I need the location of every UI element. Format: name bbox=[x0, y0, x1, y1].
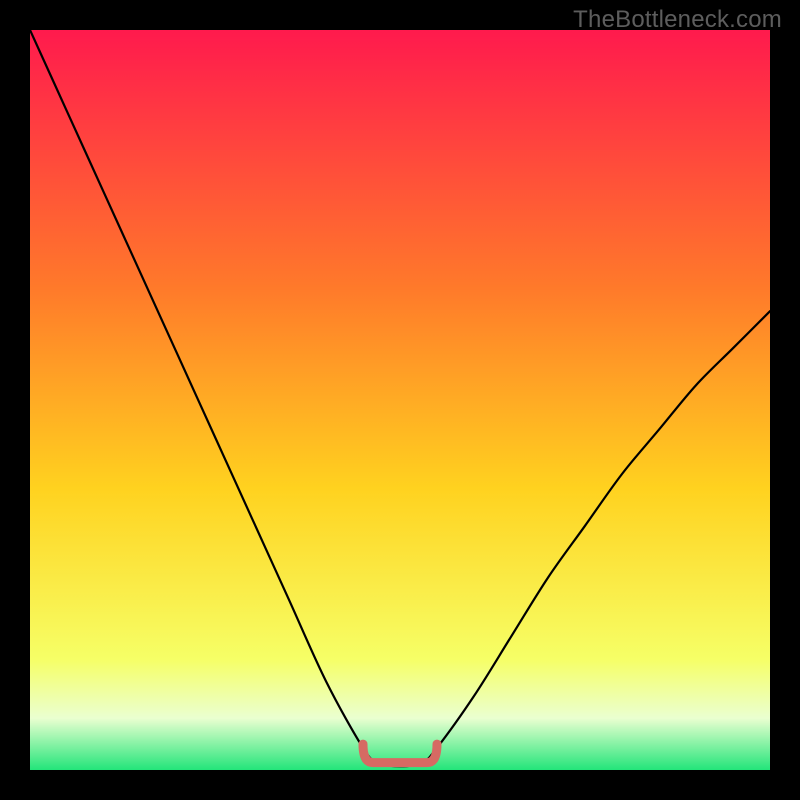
bottleneck-chart bbox=[30, 30, 770, 770]
chart-frame: TheBottleneck.com bbox=[0, 0, 800, 800]
plot-area bbox=[30, 30, 770, 770]
gradient-background bbox=[30, 30, 770, 770]
